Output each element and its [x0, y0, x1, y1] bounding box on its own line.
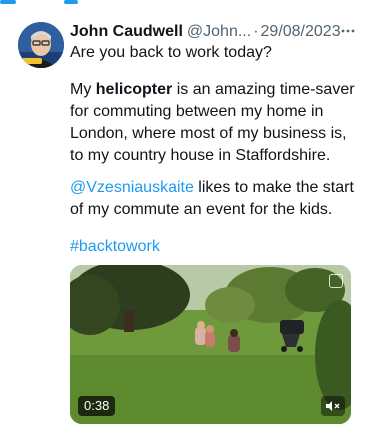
tweet-header: John Caudwell @John... · 29/08/2023 [70, 21, 360, 43]
tweet-text-paragraph4: #backtowork [70, 236, 355, 258]
p2-before: My [70, 81, 96, 98]
author-handle[interactable]: @John... [187, 23, 251, 41]
author-name[interactable]: John Caudwell [70, 23, 183, 41]
tweet-text-paragraph3: @Vzesniauskaite likes to make the start … [70, 177, 355, 221]
speaker-muted-icon[interactable] [321, 396, 345, 416]
p2-bold: helicopter [95, 81, 173, 98]
video-player[interactable]: 0:38 [70, 265, 351, 424]
hashtag-link[interactable]: #backtowork [70, 238, 160, 255]
tweet-date[interactable]: 29/08/2023 [261, 23, 341, 41]
video-duration: 0:38 [78, 396, 116, 416]
tweet-text-paragraph2: My helicopter is an amazing time-saver f… [70, 79, 355, 167]
more-icon[interactable] [338, 23, 358, 39]
tweet[interactable]: John Caudwell @John... · 29/08/2023 Are … [0, 0, 370, 427]
tweet-text-line1: Are you back to work today? [70, 44, 272, 61]
expand-icon[interactable] [329, 274, 343, 288]
avatar[interactable] [18, 22, 64, 68]
mention-link[interactable]: @Vzesniauskaite [70, 179, 194, 196]
separator-dot: · [253, 23, 259, 40]
